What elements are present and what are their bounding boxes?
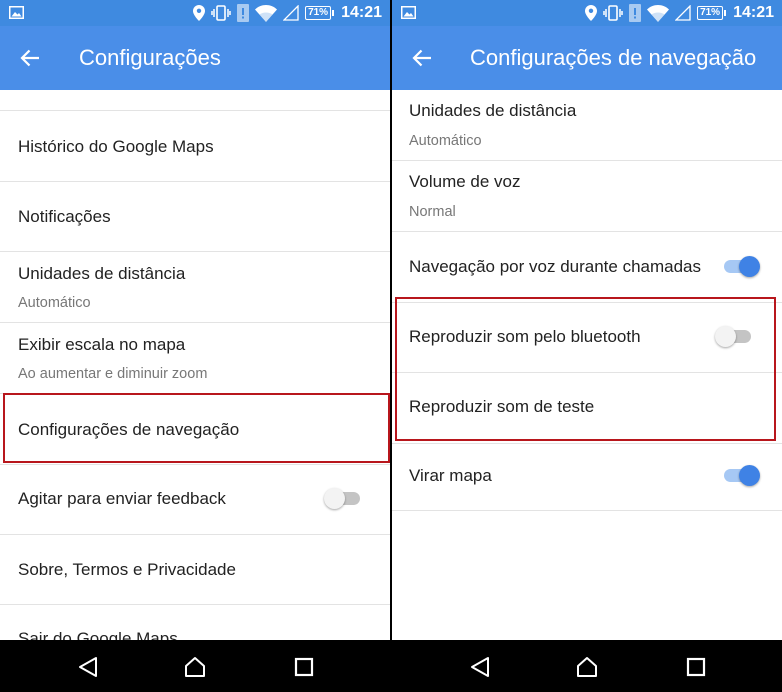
item-title: Notificações — [18, 207, 111, 226]
settings-item-maps-history[interactable]: Histórico do Google Maps — [0, 111, 390, 182]
data-icon — [237, 4, 250, 22]
item-title: Sobre, Termos e Privacidade — [18, 560, 236, 579]
signal-icon — [283, 5, 299, 21]
nav-item-voice-volume[interactable]: Volume de voz Normal — [392, 161, 782, 232]
item-title: Histórico do Google Maps — [18, 137, 214, 156]
item-title: Reproduzir som de teste — [409, 397, 595, 416]
settings-item-notifications[interactable]: Notificações — [0, 182, 390, 252]
nav-bar — [0, 640, 390, 692]
settings-item-shake-feedback[interactable]: Agitar para enviar feedback — [0, 465, 390, 535]
status-time: 14:21 — [733, 4, 774, 21]
back-arrow-icon[interactable] — [20, 48, 40, 68]
signal-icon — [675, 5, 691, 21]
status-bar: 71% 14:21 — [0, 0, 390, 26]
status-bar: 71% 14:21 — [392, 0, 782, 26]
settings-item-navigation-settings[interactable]: Configurações de navegação — [0, 394, 390, 465]
back-arrow-icon[interactable] — [412, 48, 432, 68]
battery-icon: 71% — [697, 6, 727, 20]
home-circle-icon[interactable] — [575, 655, 599, 679]
vibrate-icon — [603, 5, 623, 21]
vibrate-icon — [211, 5, 231, 21]
app-bar: Configurações de navegação — [392, 26, 782, 90]
location-icon — [585, 5, 598, 21]
item-title: Virar mapa — [409, 466, 492, 485]
item-title: Configurações de navegação — [18, 420, 240, 439]
status-time: 14:21 — [341, 4, 382, 21]
nav-item-test-sound[interactable]: Reproduzir som de teste — [392, 373, 782, 444]
settings-item-distance-units[interactable]: Unidades de distância Automático — [0, 252, 390, 323]
settings-item-about[interactable]: Sobre, Termos e Privacidade — [0, 535, 390, 605]
nav-item-voice-during-calls[interactable]: Navegação por voz durante chamadas — [392, 232, 782, 303]
nav-bar — [392, 640, 782, 692]
back-triangle-icon[interactable] — [76, 655, 100, 679]
settings-item-map-scale[interactable]: Exibir escala no mapa Ao aumentar e dimi… — [0, 323, 390, 394]
settings-screen: 71% 14:21 Configurações Histórico do Goo… — [0, 0, 390, 692]
toggle-thumb — [324, 488, 345, 509]
item-title: Unidades de distância — [18, 264, 186, 283]
wifi-icon — [647, 4, 670, 22]
list-item-top-partial — [0, 90, 390, 111]
navigation-settings-list: Unidades de distância Automático Volume … — [392, 90, 782, 640]
item-subtitle: Normal — [409, 204, 456, 220]
item-title: Navegação por voz durante chamadas — [409, 257, 702, 276]
item-subtitle: Automático — [409, 133, 482, 149]
navigation-settings-screen: 71% 14:21 Configurações de navegação Uni… — [392, 0, 782, 692]
page-title: Configurações de navegação — [470, 45, 757, 70]
gallery-icon — [9, 6, 24, 19]
toggle-thumb — [715, 326, 736, 347]
item-title: Agitar para enviar feedback — [18, 489, 226, 508]
app-bar: Configurações — [0, 26, 390, 90]
back-triangle-icon[interactable] — [468, 655, 492, 679]
recents-square-icon[interactable] — [684, 655, 708, 679]
item-title: Volume de voz — [409, 172, 521, 191]
nav-item-distance-units[interactable]: Unidades de distância Automático — [392, 90, 782, 161]
item-subtitle: Ao aumentar e diminuir zoom — [18, 366, 208, 382]
gallery-icon — [401, 6, 416, 19]
bluetooth-sound-toggle[interactable] — [715, 324, 753, 348]
item-title: Exibir escala no mapa — [18, 335, 186, 354]
item-title: Unidades de distância — [409, 101, 577, 120]
item-title: Reproduzir som pelo bluetooth — [409, 327, 641, 346]
rotate-map-toggle[interactable] — [722, 463, 760, 487]
settings-item-sign-out[interactable]: Sair do Google Maps — [0, 605, 390, 640]
shake-feedback-toggle[interactable] — [324, 486, 362, 510]
nav-item-rotate-map[interactable]: Virar mapa — [392, 444, 782, 511]
battery-icon: 71% — [305, 6, 335, 20]
settings-list: Histórico do Google Maps Notificações Un… — [0, 90, 390, 640]
toggle-thumb — [739, 465, 760, 486]
recents-square-icon[interactable] — [292, 655, 316, 679]
item-subtitle: Automático — [18, 295, 91, 311]
nav-item-bluetooth-sound[interactable]: Reproduzir som pelo bluetooth — [392, 303, 782, 373]
page-title: Configurações — [79, 45, 221, 70]
data-icon — [629, 4, 642, 22]
wifi-icon — [255, 4, 278, 22]
item-title: Sair do Google Maps — [18, 629, 178, 640]
location-icon — [193, 5, 206, 21]
voice-during-calls-toggle[interactable] — [722, 254, 760, 278]
toggle-thumb — [739, 256, 760, 277]
home-circle-icon[interactable] — [183, 655, 207, 679]
